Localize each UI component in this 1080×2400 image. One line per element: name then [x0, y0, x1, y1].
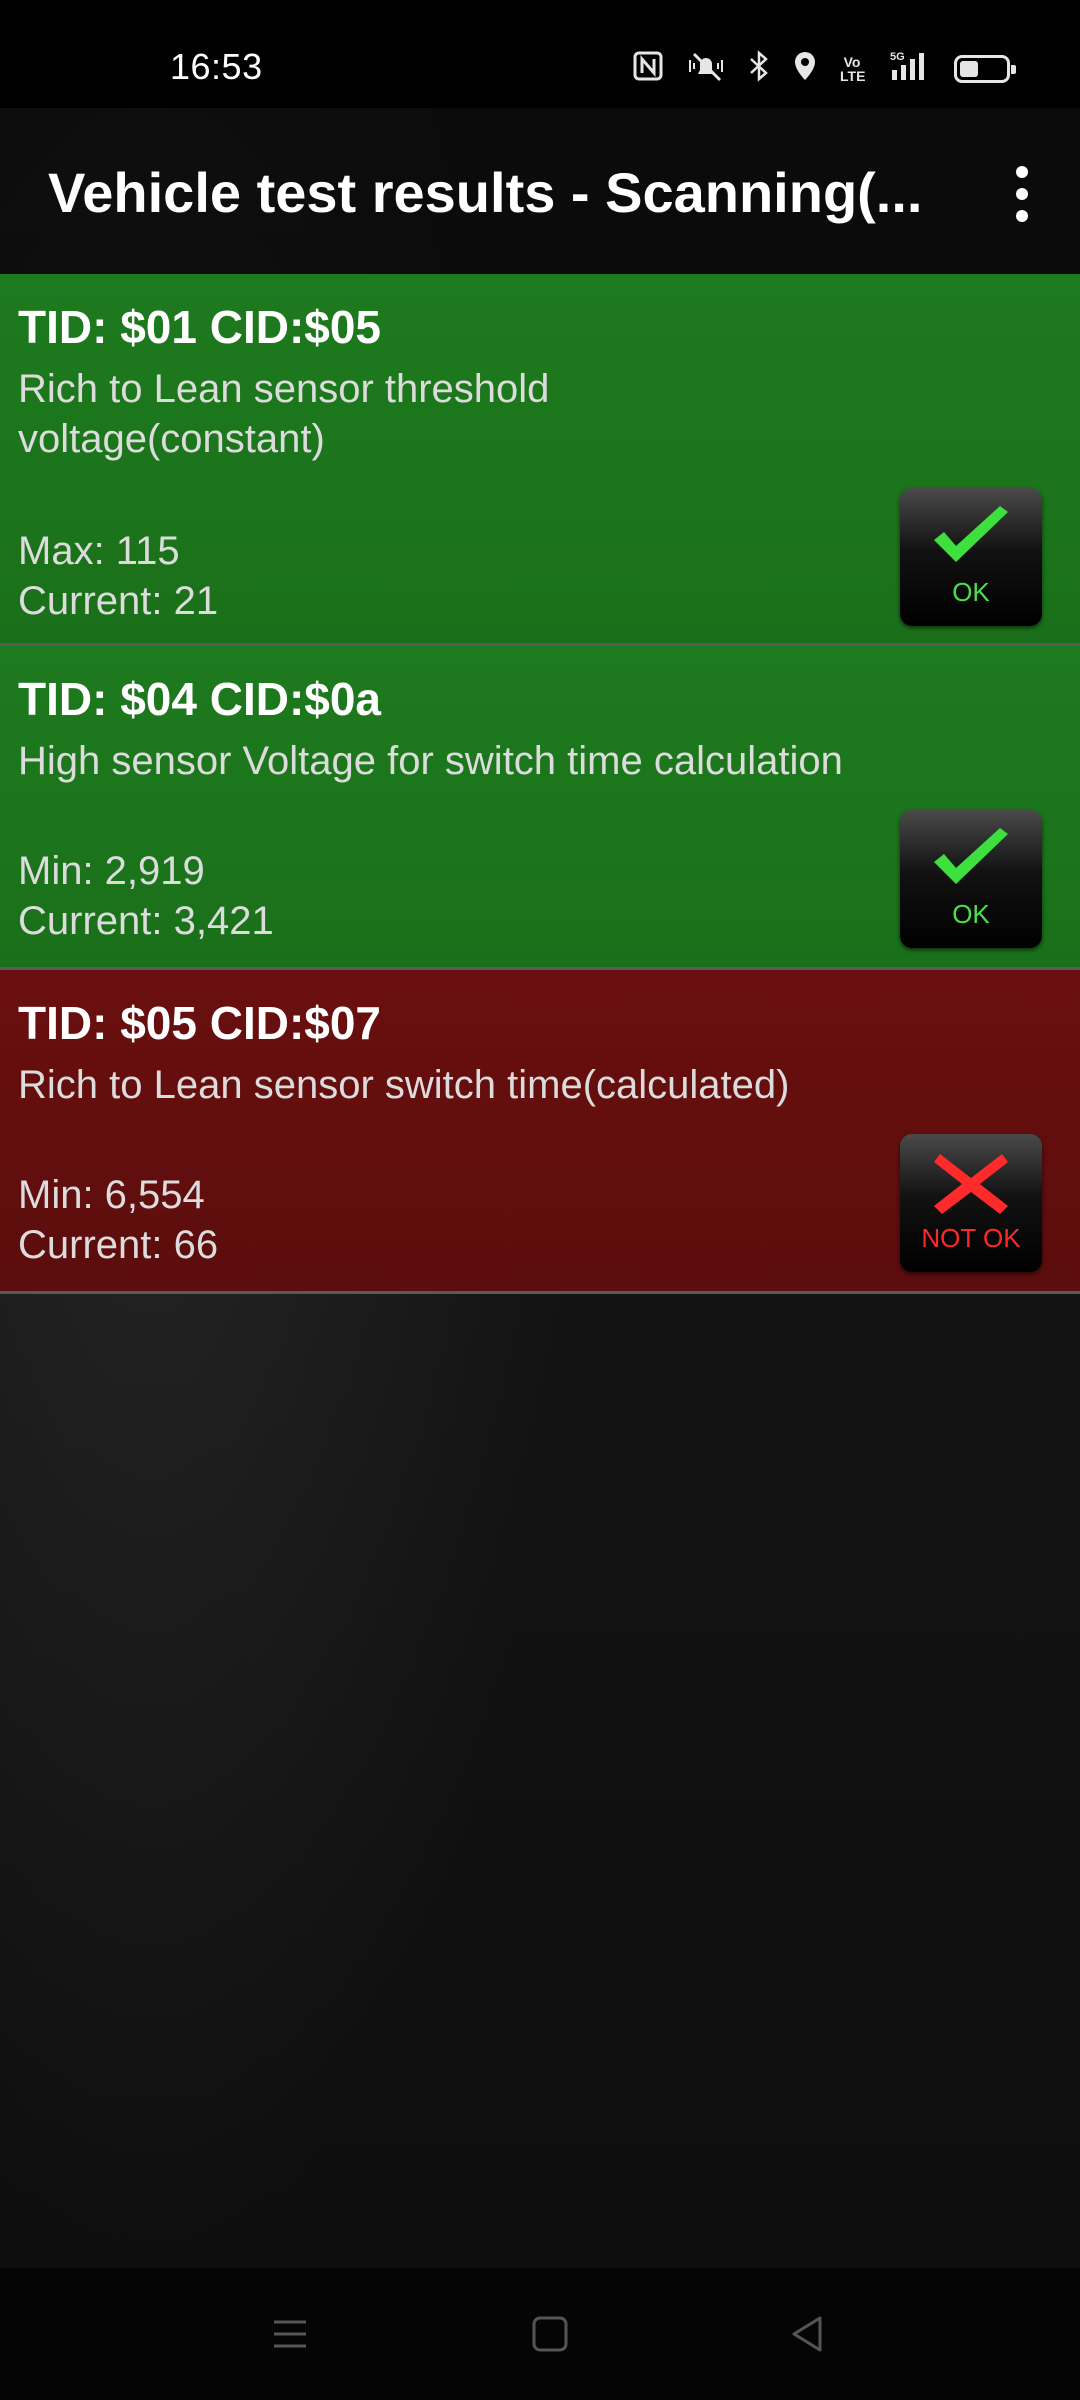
app-bar: Vehicle test results - Scanning(...	[0, 108, 1080, 276]
limit-value: Min: 6,554	[18, 1173, 205, 1217]
nfc-icon	[632, 50, 664, 87]
badge-label: OK	[952, 577, 990, 607]
test-results-list: TID: $01 CID:$05 Rich to Lean sensor thr…	[0, 274, 1080, 1294]
ok-badge: OK	[900, 488, 1042, 626]
test-result-row[interactable]: TID: $01 CID:$05 Rich to Lean sensor thr…	[0, 274, 1080, 646]
limit-value: Min: 2,919	[18, 849, 205, 893]
current-value: Current: 3,421	[18, 899, 274, 943]
test-result-row[interactable]: TID: $05 CID:$07 Rich to Lean sensor swi…	[0, 970, 1080, 1294]
location-icon	[792, 50, 818, 87]
not-ok-badge: NOT OK	[900, 1134, 1042, 1272]
page-title: Vehicle test results - Scanning(...	[48, 161, 923, 224]
vibrate-mute-icon	[686, 50, 726, 87]
badge-label: NOT OK	[921, 1223, 1021, 1253]
test-description: Rich to Lean sensor threshold voltage(co…	[18, 367, 550, 461]
test-result-row[interactable]: TID: $04 CID:$0a High sensor Voltage for…	[0, 646, 1080, 970]
limit-value: Max: 115	[18, 529, 180, 573]
status-icons: Vo LTE 5G	[632, 50, 1016, 87]
cross-icon	[934, 1154, 1008, 1214]
test-id-title: TID: $05 CID:$07	[18, 997, 382, 1049]
test-id-title: TID: $01 CID:$05	[18, 301, 382, 353]
current-value: Current: 21	[18, 579, 219, 623]
checkmark-icon	[934, 506, 1008, 562]
menu-lines-icon[interactable]	[266, 2310, 314, 2358]
checkmark-icon	[934, 828, 1008, 884]
ok-badge: OK	[900, 810, 1042, 948]
home-square-icon[interactable]	[526, 2310, 574, 2358]
status-bar: 16:53 Vo LTE 5G	[0, 0, 1080, 108]
test-id-title: TID: $04 CID:$0a	[18, 673, 382, 725]
network-label: 5G	[890, 51, 905, 63]
test-description: Rich to Lean sensor switch time(calculat…	[18, 1063, 790, 1107]
current-value: Current: 66	[18, 1223, 219, 1267]
back-triangle-icon[interactable]	[784, 2310, 832, 2358]
overflow-menu-icon[interactable]	[1012, 166, 1032, 222]
badge-label: OK	[952, 899, 990, 929]
signal-5g-icon: 5G	[886, 50, 932, 87]
volte-icon: Vo LTE	[840, 53, 866, 84]
battery-icon	[954, 54, 1016, 83]
test-description: High sensor Voltage for switch time calc…	[18, 739, 843, 783]
clock: 16:53	[170, 46, 263, 87]
navigation-bar	[0, 2268, 1080, 2400]
bluetooth-icon	[748, 50, 770, 87]
